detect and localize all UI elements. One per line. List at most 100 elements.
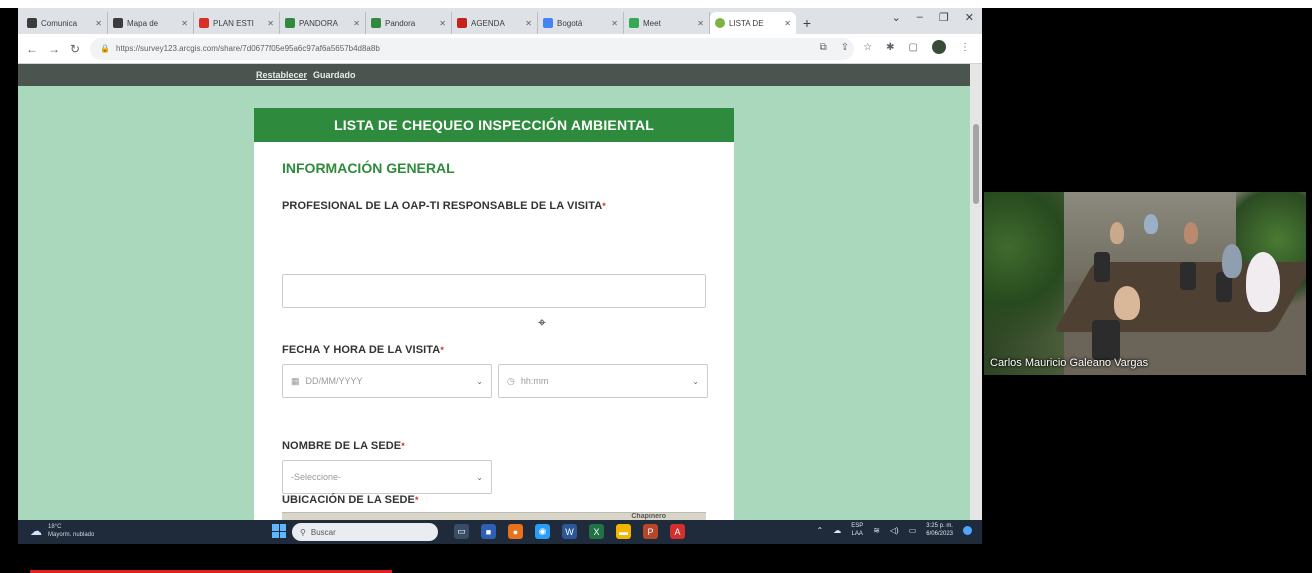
tab-label: LISTA DE [729, 18, 764, 28]
cloud-icon: ☁ [30, 524, 42, 538]
chevron-down-icon: ⌄ [476, 472, 483, 482]
tab-pandora-2[interactable]: Pandora ✕ [366, 12, 452, 34]
chrome-icon[interactable]: ◉ [535, 524, 550, 539]
video-person [1246, 252, 1280, 312]
tab-favicon [113, 18, 123, 28]
tab-favicon [285, 18, 295, 28]
back-icon[interactable]: ← [26, 42, 38, 56]
mouse-cursor-icon: ⌖ [538, 314, 546, 330]
reset-link[interactable]: Restablecer [256, 70, 307, 80]
task-view-icon[interactable]: ▭ [454, 524, 469, 539]
clock-time: 3:25 p. m. [926, 523, 953, 529]
file-explorer-icon[interactable]: ▬ [616, 524, 631, 539]
close-icon[interactable]: ✕ [267, 19, 274, 28]
tab-label: PLAN ESTI [213, 18, 254, 28]
close-icon[interactable]: ✕ [181, 19, 188, 28]
page-scrollbar[interactable] [970, 64, 982, 520]
restore-icon[interactable]: ❐ [939, 11, 949, 24]
url-input[interactable]: 🔒 https://survey123.arcgis.com/share/7d0… [90, 37, 854, 60]
meet-icon [629, 18, 639, 28]
powerpoint-icon[interactable]: P [643, 524, 658, 539]
lock-icon: 🔒 [100, 44, 111, 53]
notification-icon[interactable] [963, 525, 972, 535]
close-icon[interactable]: ✕ [784, 19, 791, 28]
video-chair [1180, 262, 1196, 290]
windows-start-icon[interactable] [272, 524, 286, 538]
survey-topbar: Restablecer Guardado [18, 64, 970, 86]
video-person [1222, 244, 1242, 278]
required-mark: * [602, 201, 606, 211]
tab-plan[interactable]: PLAN ESTI ✕ [194, 12, 280, 34]
minimize-icon[interactable]: – [917, 11, 923, 24]
map-label: Chapinero [631, 513, 666, 520]
close-icon[interactable]: ✕ [611, 19, 618, 28]
question-label: PROFESIONAL DE LA OAP-TI RESPONSABLE DE … [282, 200, 603, 212]
profesional-input[interactable] [282, 274, 706, 308]
teams-icon[interactable]: ■ [481, 524, 496, 539]
tab-comunica[interactable]: Comunica ✕ [22, 12, 108, 34]
tab-pandora-1[interactable]: PANDORA ✕ [280, 12, 366, 34]
reload-icon[interactable]: ↻ [70, 42, 80, 56]
video-person [1144, 214, 1158, 234]
clock[interactable]: 3:25 p. m. 6/06/2023 [926, 522, 953, 538]
word-icon[interactable]: W [562, 524, 577, 539]
close-icon[interactable]: ✕ [353, 19, 360, 28]
search-icon: ⚲ [300, 527, 306, 537]
lang-top: ESP [851, 523, 864, 529]
chevron-up-icon[interactable]: ⌃ [816, 526, 823, 535]
tab-label: Meet [643, 18, 661, 28]
close-icon[interactable]: ✕ [525, 19, 532, 28]
location-map[interactable]: Chapinero [282, 512, 706, 520]
close-icon[interactable]: ✕ [95, 19, 102, 28]
weather-widget[interactable]: ☁ 18°C Mayorm. nublado [30, 523, 94, 539]
required-mark: * [401, 441, 405, 451]
question-ubicacion: UBICACIÓN DE LA SEDE* [282, 494, 419, 506]
time-picker[interactable]: ◷ hh:mm ⌄ [498, 364, 708, 398]
close-icon[interactable]: ✕ [697, 19, 704, 28]
root: Comunica ✕ Mapa de ✕ PLAN ESTI ✕ PANDORA ✕ P… [0, 0, 1312, 573]
extensions-icon[interactable]: ✱ [886, 42, 894, 53]
tab-search-icon[interactable]: ⌄ [892, 11, 901, 24]
sidepanel-icon[interactable]: ▢ [909, 42, 918, 53]
drive-icon[interactable]: ☁ [833, 526, 841, 535]
window-controls: ⌄ – ❐ ✕ [892, 11, 974, 24]
wifi-icon[interactable]: ≋ [873, 526, 880, 535]
taskbar-search-input[interactable]: ⚲ Buscar [292, 523, 438, 541]
forward-icon[interactable]: → [48, 42, 60, 56]
tab-label: Bogotá [557, 18, 583, 28]
scrollbar-thumb[interactable] [973, 124, 979, 204]
new-tab-button[interactable]: + [796, 12, 818, 34]
sede-select[interactable]: -Seleccione- ⌄ [282, 460, 492, 494]
volume-icon[interactable]: ◁) [890, 526, 899, 535]
star-icon[interactable]: ☆ [863, 42, 872, 53]
tab-mapa[interactable]: Mapa de ✕ [108, 12, 194, 34]
acrobat-icon[interactable]: A [670, 524, 685, 539]
firefox-icon[interactable]: ● [508, 524, 523, 539]
close-window-icon[interactable]: ✕ [965, 11, 974, 24]
clock-date: 6/06/2023 [926, 531, 953, 537]
language-indicator[interactable]: ESP LAA [851, 522, 863, 538]
tab-meet[interactable]: Meet ✕ [624, 12, 710, 34]
windows-taskbar: ☁ 18°C Mayorm. nublado ⚲ Buscar ▭ ■ ● ◉ … [18, 520, 982, 544]
excel-icon[interactable]: X [589, 524, 604, 539]
question-sede: NOMBRE DE LA SEDE* [282, 440, 405, 452]
share-icon[interactable]: ⇪ [841, 42, 849, 53]
weather-text: 18°C Mayorm. nublado [48, 523, 94, 539]
tab-lista[interactable]: LISTA DE ✕ [710, 12, 796, 34]
video-person [1110, 222, 1124, 244]
url-text: https://survey123.arcgis.com/share/7d067… [116, 44, 380, 53]
tab-label: Mapa de [127, 18, 159, 28]
time-placeholder: hh:mm [520, 376, 549, 386]
date-picker[interactable]: ▦ DD/MM/YYYY ⌄ [282, 364, 492, 398]
section-title: INFORMACIÓN GENERAL [282, 160, 455, 176]
weather-temp: 18°C [48, 524, 62, 530]
close-icon[interactable]: ✕ [439, 19, 446, 28]
calendar-icon: ▦ [291, 375, 300, 386]
tab-bogota[interactable]: Bogotá ✕ [538, 12, 624, 34]
video-person [1114, 286, 1140, 320]
translate-icon[interactable]: ⧉ [820, 42, 827, 53]
menu-icon[interactable]: ⋮ [960, 42, 970, 53]
tab-agenda[interactable]: AGENDA ✕ [452, 12, 538, 34]
battery-icon[interactable]: ▭ [909, 526, 917, 535]
profile-avatar[interactable] [932, 40, 946, 54]
